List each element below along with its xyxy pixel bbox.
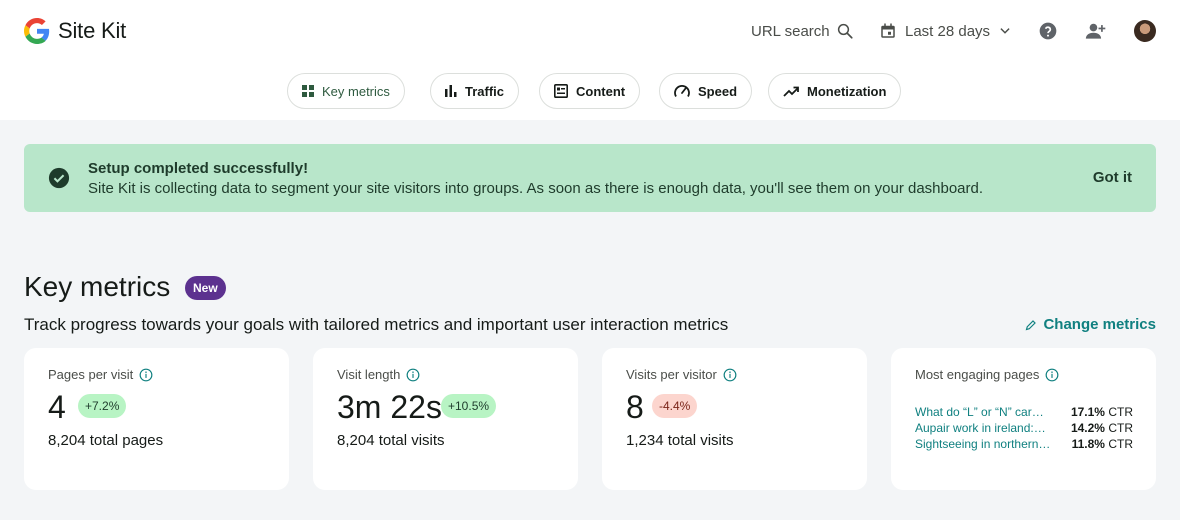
page-link[interactable]: What do “L” or “N” car… xyxy=(915,405,1060,419)
page-ctr: 14.2% CTR xyxy=(1071,421,1133,435)
metric-label-wrap: Visit length xyxy=(337,367,420,382)
metric-value: 4 xyxy=(48,389,66,425)
metric-value: 8 xyxy=(626,389,644,425)
add-user-button[interactable] xyxy=(1084,20,1108,42)
help-icon xyxy=(1039,22,1057,40)
app-name: Site Kit xyxy=(58,18,127,43)
metric-subtext: 1,234 total visits xyxy=(626,432,734,449)
info-icon[interactable] xyxy=(406,368,420,382)
ctr-unit: CTR xyxy=(1108,405,1133,419)
metric-card-visits-per-visitor: Visits per visitor 8 -4.4% 1,234 total v… xyxy=(602,348,867,490)
got-it-button[interactable]: Got it xyxy=(1093,169,1132,186)
header: Site Kit URL search Last 28 days Key met… xyxy=(0,0,1180,120)
metric-card-most-engaging-pages: Most engaging pages What do “L” or “N” c… xyxy=(891,348,1156,490)
info-icon[interactable] xyxy=(723,368,737,382)
ctr-unit: CTR xyxy=(1108,437,1133,451)
setup-success-banner: Setup completed successfully! Site Kit i… xyxy=(24,144,1156,212)
help-button[interactable] xyxy=(1036,20,1060,42)
trending-up-icon xyxy=(783,86,799,97)
new-badge: New xyxy=(185,276,226,300)
date-range-selector[interactable]: Last 28 days xyxy=(879,21,1012,41)
tab-label: Content xyxy=(576,83,626,99)
bar-chart-icon xyxy=(445,85,457,97)
dashboard-tabs: Key metrics Traffic Content Speed Moneti… xyxy=(0,73,1180,109)
metric-card-pages-per-visit: Pages per visit 4 +7.2% 8,204 total page… xyxy=(24,348,289,490)
tab-key-metrics[interactable]: Key metrics xyxy=(287,73,405,109)
ctr-value: 14.2% xyxy=(1070,421,1105,435)
metric-value: 3m 22s xyxy=(337,389,442,425)
url-search-label: URL search xyxy=(751,22,830,40)
metric-label-wrap: Visits per visitor xyxy=(626,367,737,382)
banner-title: Setup completed successfully! xyxy=(88,160,309,177)
list-item: Aupair work in ireland:… 14.2% CTR xyxy=(915,420,1133,436)
metric-label: Most engaging pages xyxy=(915,367,1040,382)
chevron-down-icon xyxy=(1000,28,1010,34)
search-icon xyxy=(837,23,853,39)
content-icon xyxy=(554,84,568,98)
ctr-value: 11.8% xyxy=(1071,437,1105,451)
tab-content[interactable]: Content xyxy=(539,73,641,109)
metric-label-wrap: Pages per visit xyxy=(48,367,153,382)
metric-label: Visit length xyxy=(337,367,401,382)
tab-label: Speed xyxy=(698,83,738,99)
metric-card-visit-length: Visit length 3m 22s +10.5% 8,204 total v… xyxy=(313,348,578,490)
metric-subtext: 8,204 total visits xyxy=(337,432,445,449)
page-link[interactable]: Aupair work in ireland:… xyxy=(915,421,1060,435)
key-metrics-description: Track progress towards your goals with t… xyxy=(24,315,729,334)
calendar-icon xyxy=(881,23,895,38)
change-badge: +7.2% xyxy=(78,394,127,418)
grid-icon xyxy=(302,85,314,97)
tab-monetization[interactable]: Monetization xyxy=(768,73,902,109)
google-g-icon xyxy=(24,18,50,44)
info-icon[interactable] xyxy=(1045,368,1059,382)
tab-label: Traffic xyxy=(465,83,505,99)
speedometer-icon xyxy=(674,85,690,97)
metric-label-wrap: Most engaging pages xyxy=(915,367,1059,382)
page-ctr: 11.8% CTR xyxy=(1072,437,1133,451)
change-badge: -4.4% xyxy=(652,394,698,418)
tab-label: Monetization xyxy=(807,83,887,99)
metric-label: Visits per visitor xyxy=(626,367,717,382)
pencil-icon xyxy=(1026,319,1037,330)
site-kit-logo[interactable]: Site Kit xyxy=(24,18,126,44)
check-circle-icon xyxy=(48,167,70,189)
date-range-label: Last 28 days xyxy=(905,22,991,40)
metric-label: Pages per visit xyxy=(48,367,134,382)
avatar[interactable] xyxy=(1134,20,1156,42)
person-add-icon xyxy=(1085,23,1106,39)
list-item: What do “L” or “N” car… 17.1% CTR xyxy=(915,404,1133,420)
tab-label: Key metrics xyxy=(322,83,390,99)
change-metrics-button[interactable]: Change metrics xyxy=(1025,316,1156,333)
change-metrics-label: Change metrics xyxy=(1043,316,1156,333)
banner-text: Site Kit is collecting data to segment y… xyxy=(88,180,984,197)
ctr-value: 17.1% xyxy=(1070,405,1105,419)
metric-subtext: 8,204 total pages xyxy=(48,432,164,449)
page-ctr: 17.1% CTR xyxy=(1071,405,1133,419)
tab-traffic[interactable]: Traffic xyxy=(430,73,520,109)
ctr-unit: CTR xyxy=(1108,421,1133,435)
tab-speed[interactable]: Speed xyxy=(659,73,753,109)
url-search-button[interactable]: URL search xyxy=(751,21,854,41)
page-link[interactable]: Sightseeing in northern… xyxy=(915,437,1060,451)
change-badge: +10.5% xyxy=(441,394,497,418)
list-item: Sightseeing in northern… 11.8% CTR xyxy=(915,436,1133,452)
info-icon[interactable] xyxy=(139,368,153,382)
key-metrics-title: Key metrics xyxy=(24,271,171,302)
